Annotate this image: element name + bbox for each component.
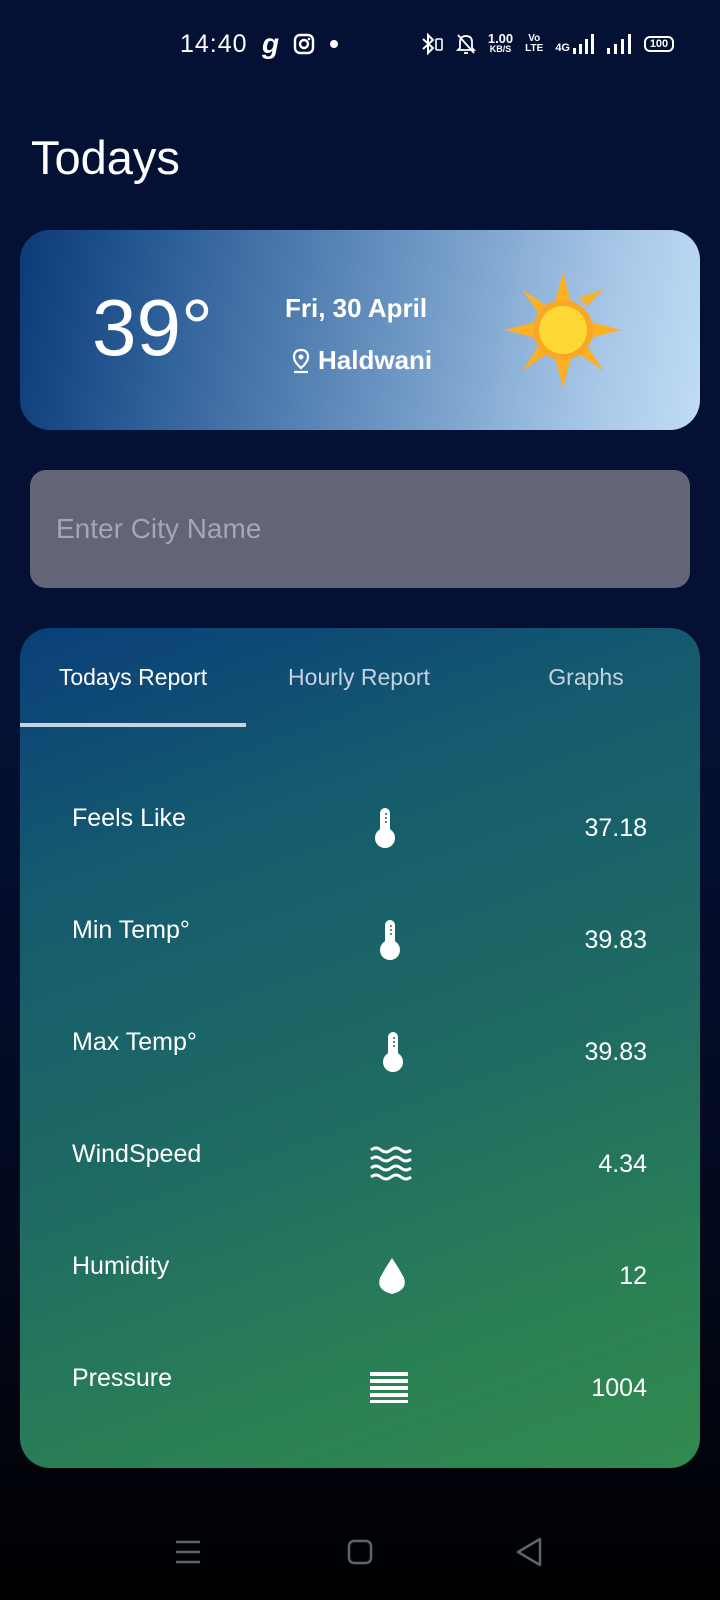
thermometer-icon — [375, 808, 395, 848]
system-nav-bar — [0, 1520, 720, 1600]
sun-icon — [505, 272, 621, 388]
network-type: 4G — [555, 34, 594, 54]
instagram-icon — [293, 33, 315, 55]
city-search-input[interactable] — [54, 512, 690, 546]
report-value: 4.34 — [598, 1150, 647, 1178]
report-value: 39.83 — [584, 926, 647, 954]
status-time: 14:40 — [180, 30, 248, 58]
signal-icon — [573, 34, 594, 54]
current-temperature: 39° — [92, 283, 213, 372]
report-panel: Todays Report Hourly Report Graphs Feels… — [20, 628, 700, 1468]
active-tab-indicator — [20, 723, 246, 727]
wind-waves-icon — [370, 1146, 412, 1181]
report-value: 39.83 — [584, 1038, 647, 1066]
location-pin-icon — [292, 348, 310, 373]
tab-todays-report[interactable]: Todays Report — [20, 664, 246, 691]
tab-graphs[interactable]: Graphs — [472, 664, 700, 691]
status-right-icons: 1.00 KB/S Vo LTE 4G 100 — [420, 31, 674, 55]
battery-level: 100 — [649, 38, 669, 50]
thermometer-icon — [380, 920, 400, 960]
status-left-icons: g — [262, 30, 339, 58]
pressure-lines-icon — [370, 1372, 408, 1403]
report-label: Min Temp° — [72, 916, 190, 944]
network-speed-unit: KB/S — [489, 44, 512, 54]
status-bar: 14:40 g 1.00 KB/S Vo LTE 4G 100 — [0, 0, 720, 92]
page-title: Todays — [31, 131, 180, 184]
current-date: Fri, 30 April — [285, 293, 428, 323]
report-value: 1004 — [591, 1374, 647, 1402]
back-icon[interactable] — [510, 1532, 550, 1572]
bluetooth-icon — [422, 33, 443, 55]
report-row-max-temp: Max Temp° 39.83 — [20, 1028, 700, 1088]
report-row-humidity: Humidity 12 — [20, 1252, 700, 1312]
volte-indicator: Vo LTE — [525, 34, 543, 54]
city-search-field[interactable] — [30, 470, 690, 588]
menu-icon[interactable] — [168, 1532, 208, 1572]
home-icon[interactable] — [340, 1532, 380, 1572]
battery-icon: 100 — [644, 36, 674, 52]
report-row-min-temp: Min Temp° 39.83 — [20, 916, 700, 976]
signal-icon — [607, 34, 631, 54]
location-row: Haldwani — [290, 345, 432, 376]
report-label: Max Temp° — [72, 1028, 197, 1056]
report-value: 12 — [619, 1262, 647, 1290]
thermometer-icon — [383, 1032, 403, 1072]
report-label: Pressure — [72, 1364, 173, 1392]
report-label: Feels Like — [72, 804, 186, 832]
tab-hourly-report[interactable]: Hourly Report — [246, 664, 472, 691]
weather-card: 39° Fri, 30 April Haldwani — [20, 230, 700, 430]
report-row-windspeed: WindSpeed 4.34 — [20, 1140, 700, 1200]
network-speed: 1.00 KB/S — [487, 31, 514, 55]
volte-bottom: LTE — [525, 43, 544, 54]
g-app-icon: g — [262, 28, 280, 59]
network-type-label: 4G — [555, 42, 570, 54]
report-value: 37.18 — [584, 814, 647, 842]
report-label: Humidity — [72, 1252, 170, 1280]
report-tabs: Todays Report Hourly Report Graphs — [20, 628, 700, 728]
report-row-feels-like: Feels Like 37.18 — [20, 804, 700, 864]
report-label: WindSpeed — [72, 1140, 202, 1168]
notification-dot-icon — [330, 40, 339, 48]
mute-bell-icon — [455, 34, 476, 54]
location-name: Haldwani — [318, 345, 433, 375]
report-row-pressure: Pressure 1004 — [20, 1364, 700, 1424]
network-speed-value: 1.00 — [487, 31, 514, 46]
water-drop-icon — [379, 1258, 405, 1294]
